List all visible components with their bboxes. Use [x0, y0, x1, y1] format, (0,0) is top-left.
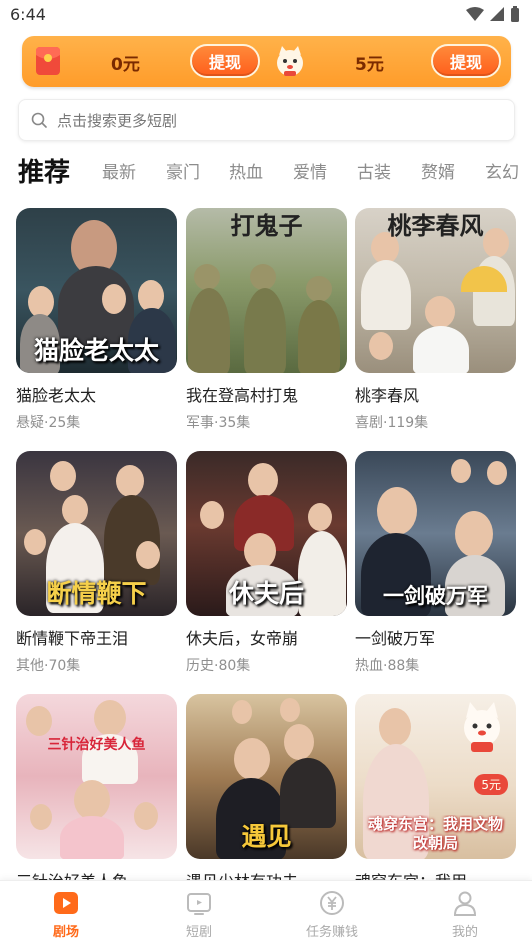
lucky-cat-icon [464, 702, 500, 752]
nav-tasks[interactable]: 任务赚钱 [292, 889, 372, 940]
lucky-cat-icon[interactable] [272, 43, 308, 79]
drama-title: 一剑破万军 [355, 629, 436, 648]
tab-latest[interactable]: 最新 [102, 158, 136, 183]
bottom-nav: 剧场 短剧 任务赚钱 我的 [0, 880, 532, 946]
tab-son-in-law[interactable]: 赘婿 [421, 158, 455, 183]
drama-meta: 喜剧·119集 [355, 415, 429, 431]
drama-poster[interactable]: 桃李春风 [355, 208, 516, 373]
drama-title: 我在登高村打鬼 [186, 386, 299, 405]
status-time: 6:44 [10, 5, 46, 24]
right-reward-amount: 5元 [355, 55, 384, 75]
drama-meta: 其他·70集 [16, 658, 81, 674]
tab-fantasy[interactable]: 玄幻 [485, 158, 519, 183]
drama-meta: 热血·88集 [355, 658, 420, 674]
drama-card[interactable]: 断情鞭下 断情鞭下帝王泪 其他·70集 [16, 451, 177, 675]
theater-icon [54, 892, 78, 914]
drama-meta: 历史·80集 [186, 658, 251, 674]
tab-costume[interactable]: 古装 [357, 158, 391, 183]
poster-title: 魂穿东宫：我用文物改朝局 [367, 815, 503, 852]
poster-title: 打鬼子 [230, 211, 303, 240]
drama-title: 猫脸老太太 [16, 386, 97, 405]
yuan-coin-icon [320, 891, 344, 915]
tab-romance[interactable]: 爱情 [293, 158, 327, 183]
drama-poster[interactable]: 断情鞭下 [16, 451, 177, 616]
poster-title: 三针治好美人鱼 [47, 737, 146, 753]
drama-poster[interactable]: 休夫后 [186, 451, 347, 616]
status-icons [466, 6, 520, 22]
nav-shorts[interactable]: 短剧 [159, 889, 239, 940]
drama-card[interactable]: 打鬼子 我在登高村打鬼 军事·35集 [186, 208, 347, 432]
nav-theater[interactable]: 剧场 [26, 889, 106, 940]
status-bar: 6:44 [0, 0, 532, 30]
drama-meta: 悬疑·25集 [16, 415, 81, 431]
poster-title: 一剑破万军 [383, 583, 488, 608]
drama-card[interactable]: 5元 魂穿东宫：我用文物改朝局 魂穿东宫：我用 [355, 694, 516, 892]
reward-badge: 5元 [474, 774, 508, 795]
tab-recommend[interactable]: 推荐 [18, 152, 70, 189]
drama-poster[interactable]: 打鬼子 [186, 208, 347, 373]
drama-card[interactable]: 遇见 遇见少林有功夫 [186, 694, 347, 892]
poster-title: 遇见 [241, 822, 292, 851]
poster-title: 断情鞭下 [46, 579, 147, 608]
nav-label: 剧场 [52, 925, 79, 940]
battery-icon [511, 6, 519, 22]
left-reward-amount: 0元 [111, 55, 140, 75]
drama-card[interactable]: 三针治好美人鱼 三针治好美人鱼 [16, 694, 177, 892]
drama-poster[interactable]: 三针治好美人鱼 [16, 694, 177, 859]
nav-label: 我的 [451, 925, 478, 940]
wifi-icon [466, 7, 484, 21]
drama-poster[interactable]: 一剑破万军 [355, 451, 516, 616]
tab-action[interactable]: 热血 [229, 158, 263, 183]
right-withdraw-button[interactable]: 提现 [431, 44, 501, 78]
poster-title: 猫脸老太太 [33, 336, 159, 365]
red-envelope-icon[interactable] [30, 43, 66, 79]
drama-poster[interactable]: 遇见 [186, 694, 347, 859]
drama-title: 休夫后，女帝崩 [186, 629, 299, 648]
drama-card[interactable]: 桃李春风 桃李春风 喜剧·119集 [355, 208, 516, 432]
person-icon [453, 891, 477, 916]
tv-icon [187, 893, 211, 915]
drama-card[interactable]: 猫脸老太太 猫脸老太太 悬疑·25集 [16, 208, 177, 432]
nav-label: 短剧 [185, 925, 212, 940]
search-input[interactable] [57, 109, 497, 133]
drama-card[interactable]: 休夫后 休夫后，女帝崩 历史·80集 [186, 451, 347, 675]
drama-title: 桃李春风 [355, 386, 420, 405]
signal-icon [490, 7, 504, 21]
search-bar[interactable] [18, 99, 515, 141]
poster-title: 桃李春风 [387, 211, 484, 240]
drama-card[interactable]: 一剑破万军 一剑破万军 热血·88集 [355, 451, 516, 675]
nav-profile[interactable]: 我的 [425, 889, 505, 940]
tab-wealthy[interactable]: 豪门 [166, 158, 200, 183]
drama-meta: 军事·35集 [186, 415, 251, 431]
search-icon [31, 112, 47, 128]
category-tabs: 推荐 最新 豪门 热血 爱情 古装 赘婿 玄幻 [18, 152, 532, 192]
drama-poster[interactable]: 猫脸老太太 [16, 208, 177, 373]
left-withdraw-button[interactable]: 提现 [190, 44, 260, 78]
drama-poster[interactable]: 5元 魂穿东宫：我用文物改朝局 [355, 694, 516, 859]
drama-title: 断情鞭下帝王泪 [16, 629, 129, 648]
reward-bar: 0元 提现 5元 提现 [22, 36, 511, 87]
poster-title: 休夫后 [228, 579, 304, 608]
nav-label: 任务赚钱 [305, 925, 358, 940]
